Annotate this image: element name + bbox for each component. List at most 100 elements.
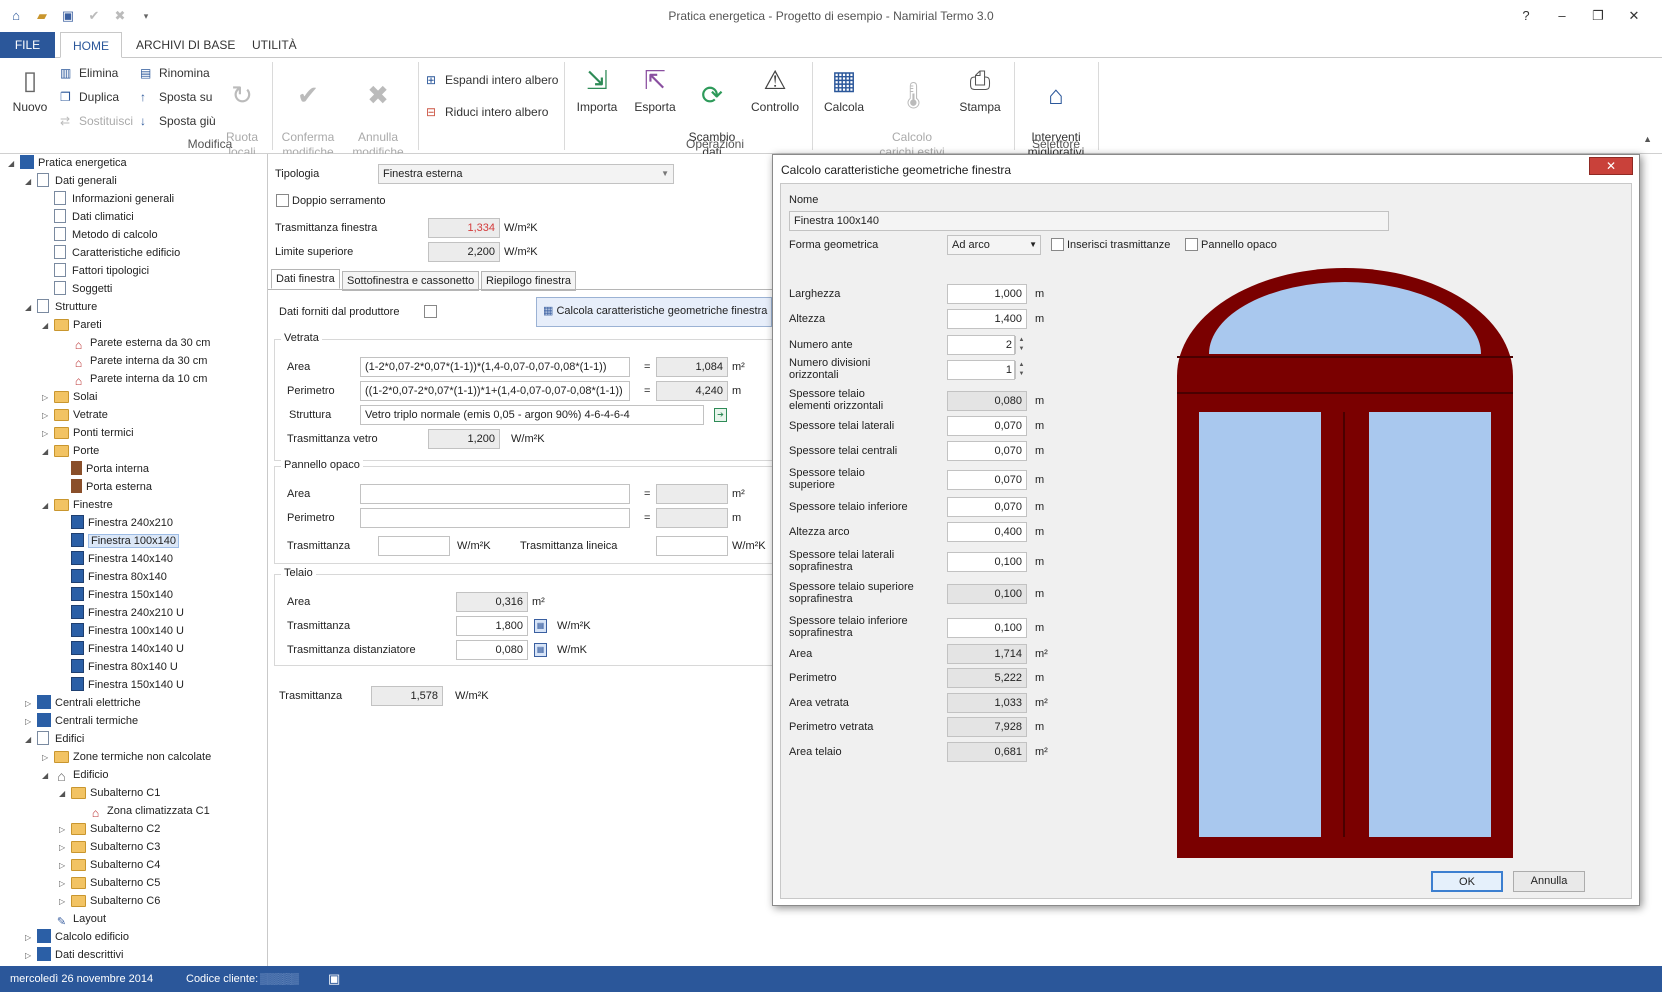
expand-toggle-icon[interactable]: ▷: [59, 839, 71, 857]
annulla-modifiche-button[interactable]: ✖ Annulla modifiche: [348, 64, 408, 160]
tab-file[interactable]: FILE: [0, 32, 55, 58]
tree-node[interactable]: ⌂ Parete interna da 30 cm: [59, 352, 208, 370]
expand-toggle-icon[interactable]: ◢: [42, 497, 54, 515]
tree-node[interactable]: ◢ Strutture: [25, 298, 97, 316]
tree-node[interactable]: ◢ Porte: [42, 442, 99, 460]
tree-node[interactable]: Informazioni generali: [42, 190, 174, 208]
forma-geometrica-select[interactable]: Ad arco ▼: [947, 235, 1041, 255]
nuovo-button[interactable]: ▯ Nuovo: [10, 64, 50, 115]
expand-toggle-icon[interactable]: ▷: [59, 857, 71, 875]
tree-node[interactable]: Finestra 150x140 U: [59, 676, 184, 694]
tree-node[interactable]: ▷ Calcolo edificio: [25, 928, 129, 946]
dimension-input[interactable]: 0,070: [947, 470, 1027, 490]
tipologia-select[interactable]: Finestra esterna ▼: [378, 164, 674, 184]
tree-node[interactable]: ⌂ Zona climatizzata C1: [76, 802, 210, 820]
expand-toggle-icon[interactable]: ▷: [59, 821, 71, 839]
collapse-ribbon-icon[interactable]: ▲: [1643, 134, 1652, 144]
pannello-perimetro-input[interactable]: [360, 508, 630, 528]
tree-node[interactable]: ✎ Layout: [42, 910, 106, 928]
tree-node[interactable]: ▷ Zone termiche non calcolate: [42, 748, 211, 766]
tree-node[interactable]: ⌂ Parete esterna da 30 cm: [59, 334, 211, 352]
sostituisci-button[interactable]: ⇄ Sostituisci: [60, 111, 133, 131]
expand-toggle-icon[interactable]: ▷: [25, 947, 37, 965]
expand-toggle-icon[interactable]: ◢: [42, 443, 54, 461]
tree-node[interactable]: ◢ Pareti: [42, 316, 102, 334]
pannello-opaco-checkbox[interactable]: [1185, 238, 1198, 251]
expand-toggle-icon[interactable]: ▷: [42, 425, 54, 443]
tree-node[interactable]: ▷ Centrali termiche: [25, 712, 138, 730]
tree-node[interactable]: ▷ Subalterno C4: [59, 856, 160, 874]
tree-node[interactable]: ⌂ Parete interna da 10 cm: [59, 370, 208, 388]
tree-node[interactable]: Finestra 240x210: [59, 514, 173, 532]
expand-toggle-icon[interactable]: ◢: [42, 767, 54, 785]
dimension-input[interactable]: 0,070: [947, 416, 1027, 436]
tab-sottofinestra-cassonetto[interactable]: Sottofinestra e cassonetto: [342, 271, 480, 291]
spinner-arrows-icon[interactable]: ▲ ▼: [1015, 361, 1027, 379]
dimension-input[interactable]: 1,000: [947, 284, 1027, 304]
calcolo-carichi-estivi-button[interactable]: 🌡 Calcolo carichi estivi: [876, 64, 948, 160]
tree-node[interactable]: ▷ Subalterno C2: [59, 820, 160, 838]
dimension-input[interactable]: 0,070: [947, 441, 1027, 461]
expand-toggle-icon[interactable]: ◢: [42, 317, 54, 335]
importa-button[interactable]: ⇲ Importa: [572, 64, 622, 115]
tree-node[interactable]: Soggetti: [42, 280, 112, 298]
dimension-input[interactable]: 0,100: [947, 618, 1027, 638]
tree-node[interactable]: Porta esterna: [59, 478, 152, 496]
stampa-button[interactable]: ⎙ Stampa: [954, 64, 1006, 115]
tab-archivi-di-base[interactable]: ARCHIVI DI BASE: [124, 32, 247, 58]
tab-home[interactable]: HOME: [60, 32, 122, 58]
spinner-arrows-icon[interactable]: ▲ ▼: [1015, 336, 1027, 354]
tree-node[interactable]: Finestra 240x210 U: [59, 604, 184, 622]
vetrata-area-formula-input[interactable]: (1-2*0,07-2*0,07*(1-1))*(1,4-0,07-0,07-0…: [360, 357, 630, 377]
dati-forniti-checkbox[interactable]: [424, 305, 437, 318]
dimension-input[interactable]: 1: [947, 360, 1015, 380]
calculator-icon[interactable]: ▦: [534, 643, 547, 657]
tab-riepilogo-finestra[interactable]: Riepilogo finestra: [481, 271, 576, 291]
conferma-modifiche-button[interactable]: ✔ Conferma modifiche: [278, 64, 338, 160]
rinomina-button[interactable]: ▤ Rinomina: [140, 63, 210, 83]
expand-toggle-icon[interactable]: ▷: [42, 407, 54, 425]
tree-node[interactable]: ▷ Subalterno C5: [59, 874, 160, 892]
inserisci-trasmittanze-checkbox[interactable]: [1051, 238, 1064, 251]
struttura-field[interactable]: Vetro triplo normale (emis 0,05 - argon …: [360, 405, 704, 425]
tree-node[interactable]: Finestra 80x140 U: [59, 658, 178, 676]
minimize-button[interactable]: –: [1544, 6, 1580, 26]
duplica-button[interactable]: ❐ Duplica: [60, 87, 119, 107]
dimension-input[interactable]: 0,070: [947, 497, 1027, 517]
tree-node[interactable]: ◢ ⌂ Edificio: [42, 766, 108, 784]
calcola-geometria-button[interactable]: ▦ Calcola caratteristiche geometriche fi…: [536, 297, 772, 327]
dimension-input[interactable]: 1,400: [947, 309, 1027, 329]
tab-utilita[interactable]: UTILITÀ: [240, 32, 309, 58]
tree-node[interactable]: ◢ Dati generali: [25, 172, 117, 190]
tree-node[interactable]: ▷ Solai: [42, 388, 97, 406]
tree-node[interactable]: Finestra 140x140: [59, 550, 173, 568]
riduci-albero-button[interactable]: ⊟ Riduci intero albero: [426, 102, 548, 122]
tree-node[interactable]: Finestra 150x140: [59, 586, 173, 604]
dimension-input[interactable]: 2: [947, 335, 1015, 355]
expand-toggle-icon[interactable]: ▷: [25, 695, 37, 713]
tree-node[interactable]: Porta interna: [59, 460, 149, 478]
tree-node[interactable]: ▷ Dati descrittivi: [25, 946, 123, 964]
tree-node[interactable]: Dati climatici: [42, 208, 134, 226]
pannello-area-input[interactable]: [360, 484, 630, 504]
tree-node[interactable]: Fattori tipologici: [42, 262, 149, 280]
esporta-button[interactable]: ⇱ Esporta: [630, 64, 680, 115]
expand-toggle-icon[interactable]: ◢: [25, 299, 37, 317]
vetrata-perimetro-formula-input[interactable]: ((1-2*0,07-2*0,07*(1-1))*1+(1,4-0,07-0,0…: [360, 381, 630, 401]
tree-node[interactable]: ▷ Subalterno C6: [59, 892, 160, 910]
select-struttura-icon[interactable]: ➔: [714, 408, 727, 422]
annulla-button[interactable]: Annulla: [1513, 871, 1585, 892]
tree-node[interactable]: Finestra 100x140 U: [59, 622, 184, 640]
dialog-close-button[interactable]: ✕: [1589, 157, 1633, 175]
expand-toggle-icon[interactable]: ▷: [25, 713, 37, 731]
controllo-button[interactable]: ⚠ Controllo: [746, 64, 804, 115]
distanziatore-input[interactable]: 0,080: [456, 640, 528, 660]
ok-button[interactable]: OK: [1431, 871, 1503, 892]
tree-node[interactable]: ▷ Centrali elettriche: [25, 694, 141, 712]
close-button[interactable]: ✕: [1616, 6, 1652, 26]
tree-node[interactable]: Finestra 100x140: [59, 532, 179, 550]
tree-node[interactable]: ◢ Edifici: [25, 730, 84, 748]
calcola-button[interactable]: ▦ Calcola: [818, 64, 870, 115]
tree-node[interactable]: ▷ Subalterno C3: [59, 838, 160, 856]
expand-toggle-icon[interactable]: ◢: [59, 785, 71, 803]
